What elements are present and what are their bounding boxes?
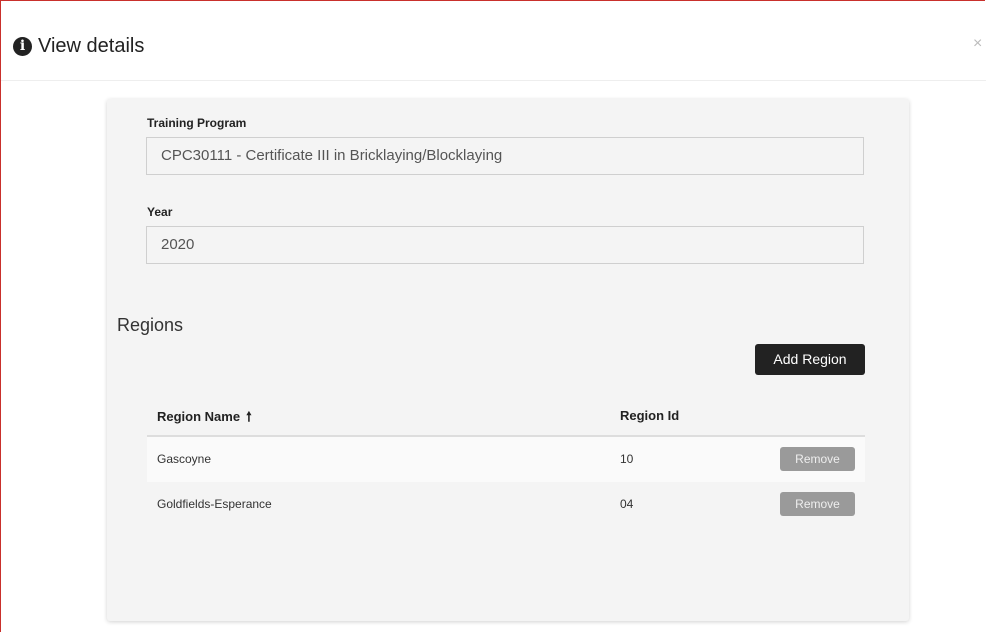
region-name-cell: Gascoyne: [157, 452, 212, 466]
region-id-cell: 04: [620, 497, 634, 511]
info-icon: i: [13, 37, 32, 56]
view-details-modal: i View details × Training Program CPC301…: [0, 0, 986, 632]
remove-button[interactable]: Remove: [780, 492, 855, 516]
training-program-field[interactable]: CPC30111 - Certificate III in Bricklayin…: [146, 137, 864, 175]
close-button[interactable]: ×: [973, 34, 982, 54]
year-label: Year: [147, 205, 173, 219]
modal-title: View details: [38, 35, 145, 57]
regions-table: Region Name 🠕 Region Id Gascoyne 10 Remov…: [147, 393, 865, 527]
modal-header: i View details ×: [1, 1, 986, 81]
table-row: Goldfields-Esperance 04 Remove: [147, 482, 865, 527]
region-id-cell: 10: [620, 452, 634, 466]
column-header-region-name-label: Region Name: [157, 409, 241, 424]
column-header-region-name[interactable]: Region Name 🠕: [157, 408, 252, 430]
table-header: Region Name 🠕 Region Id: [147, 393, 865, 437]
year-field[interactable]: 2020: [146, 226, 864, 264]
sort-ascending-icon: 🠕: [246, 409, 252, 424]
training-program-label: Training Program: [147, 116, 247, 130]
table-row: Gascoyne 10 Remove: [147, 437, 865, 482]
remove-button[interactable]: Remove: [780, 447, 855, 471]
add-region-button[interactable]: Add Region: [755, 344, 865, 375]
region-name-cell: Goldfields-Esperance: [157, 497, 272, 511]
regions-title: Regions: [117, 315, 184, 335]
column-header-region-id[interactable]: Region Id: [620, 408, 679, 423]
